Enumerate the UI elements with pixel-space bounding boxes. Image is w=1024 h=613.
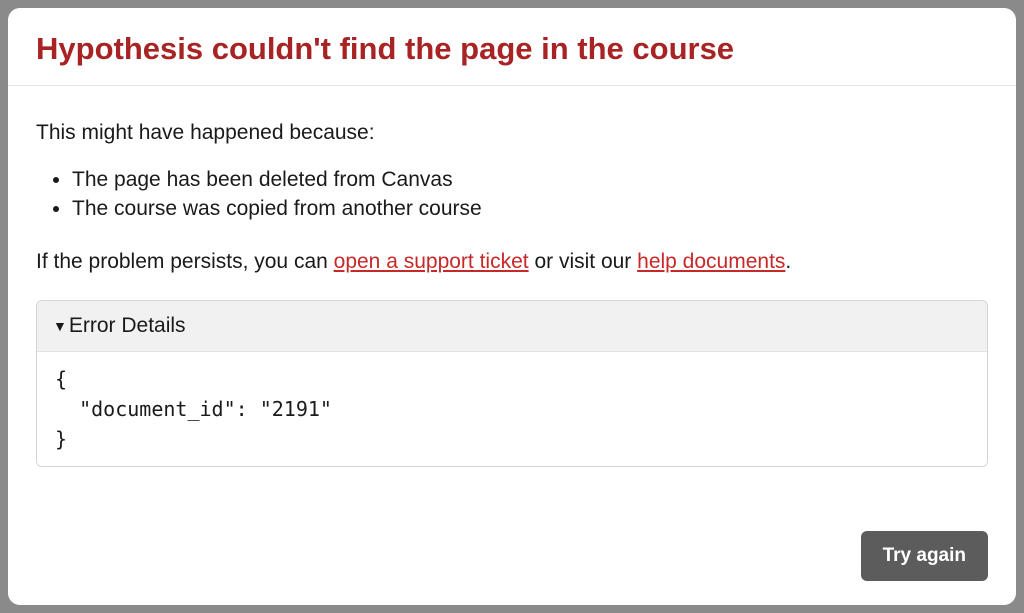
dialog-title: Hypothesis couldn't find the page in the… bbox=[36, 30, 988, 67]
dialog-footer: Try again bbox=[8, 525, 1016, 605]
error-details-section: ▼ Error Details { "document_id": "2191" … bbox=[36, 300, 988, 467]
error-details-label: Error Details bbox=[69, 311, 186, 341]
triangle-down-icon: ▼ bbox=[53, 319, 67, 333]
error-details-toggle[interactable]: ▼ Error Details bbox=[37, 301, 987, 352]
dialog-header: Hypothesis couldn't find the page in the… bbox=[8, 8, 1016, 86]
persist-prefix: If the problem persists, you can bbox=[36, 250, 334, 273]
persist-middle: or visit our bbox=[529, 250, 638, 273]
persist-suffix: . bbox=[785, 250, 791, 273]
list-item: The course was copied from another cours… bbox=[72, 194, 988, 223]
try-again-button[interactable]: Try again bbox=[861, 531, 988, 581]
help-documents-link[interactable]: help documents bbox=[637, 250, 785, 273]
error-details-code: { "document_id": "2191" } bbox=[37, 352, 987, 466]
error-dialog: Hypothesis couldn't find the page in the… bbox=[8, 8, 1016, 605]
persist-text: If the problem persists, you can open a … bbox=[36, 247, 988, 277]
reasons-list: The page has been deleted from Canvas Th… bbox=[36, 165, 988, 224]
list-item: The page has been deleted from Canvas bbox=[72, 165, 988, 194]
support-ticket-link[interactable]: open a support ticket bbox=[334, 250, 529, 273]
dialog-body: This might have happened because: The pa… bbox=[8, 86, 1016, 525]
intro-text: This might have happened because: bbox=[36, 118, 988, 148]
